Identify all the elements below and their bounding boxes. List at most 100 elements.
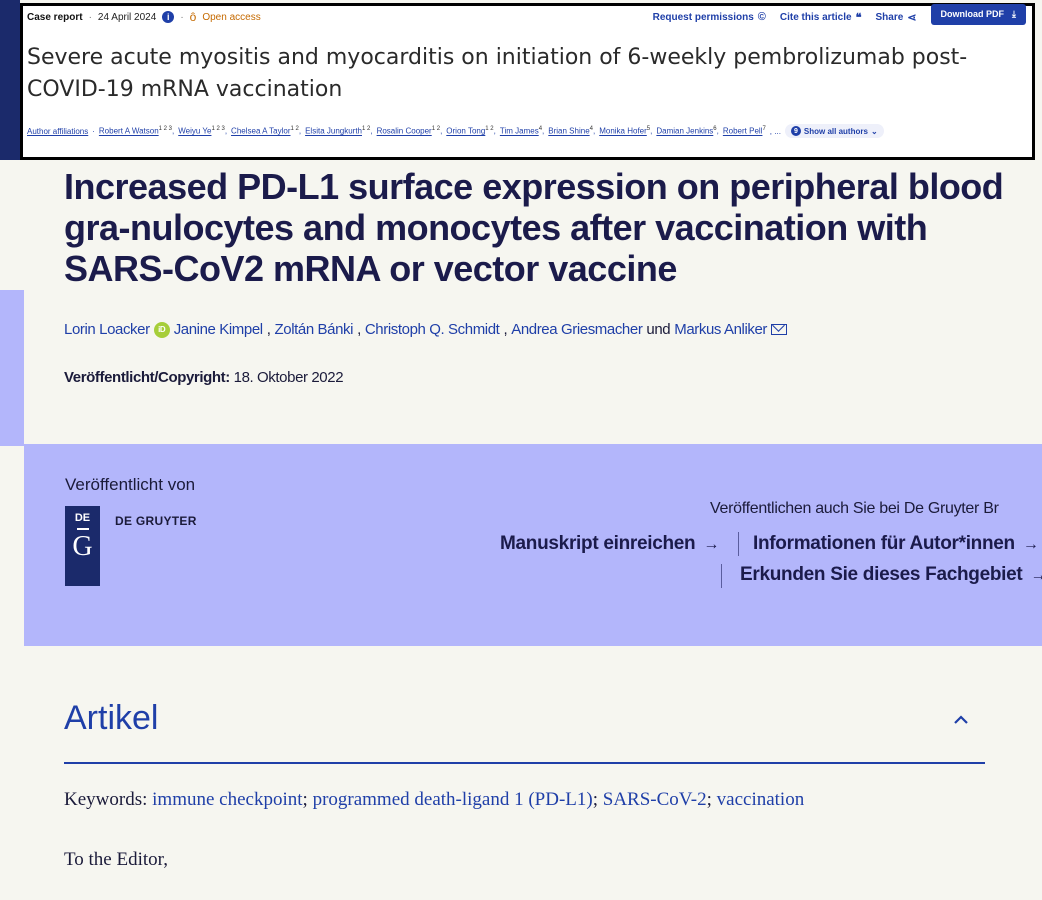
arrow-right-icon: →: [1030, 567, 1042, 584]
comma: ,: [493, 126, 496, 136]
overlay-authors: Robert A Watson1 2 3, Weiyu Ye1 2 3, Chels…: [99, 126, 766, 136]
overlay-author-link[interactable]: Elsita Jungkurth: [305, 127, 362, 136]
left-edge-bar: [0, 0, 20, 160]
overlay-author-link[interactable]: Robert A Watson: [99, 127, 159, 136]
affiliation-superscript: 1 2 3: [158, 126, 172, 133]
author-list: Lorin Loacker iD Janine Kimpel, Zoltán B…: [64, 321, 788, 338]
chevron-up-icon[interactable]: [953, 712, 969, 728]
share-icon: ⋖: [907, 11, 917, 24]
left-edge-accent: [0, 290, 24, 446]
overlay-author-link[interactable]: Rosalin Cooper: [377, 127, 432, 136]
keyword-link[interactable]: immune checkpoint: [152, 789, 302, 810]
overlay-author-link[interactable]: Brian Shine: [548, 127, 589, 136]
comma: ,: [370, 126, 373, 136]
keywords-line: Keywords: immune checkpoint; programmed …: [64, 789, 805, 810]
overlay-author-item: Tim James4,: [500, 126, 544, 136]
publisher-name[interactable]: DE GRUYTER: [115, 514, 197, 528]
request-permissions-label: Request permissions: [652, 11, 754, 23]
request-permissions-link[interactable]: Request permissions ©: [653, 11, 766, 23]
page-title: Increased PD-L1 surface expression on pe…: [64, 166, 1004, 289]
overlay-author-item: Robert A Watson1 2 3,: [99, 126, 174, 136]
overlay-author-item: Damian Jenkins6,: [656, 126, 719, 136]
publish-with-us-text: Veröffentlichen auch Sie bei De Gruyter …: [710, 500, 999, 517]
author-link[interactable]: Christoph Q. Schmidt: [365, 321, 500, 338]
comma: ,: [650, 126, 653, 136]
overlay-article-title: Severe acute myositis and myocarditis on…: [27, 45, 968, 102]
overlay-author-item: Chelsea A Taylor1 2,: [231, 126, 301, 136]
keyword-link[interactable]: SARS-CoV-2: [603, 789, 707, 810]
separator-dot: ·: [180, 11, 184, 23]
overlay-author-item: Weiyu Ye1 2 3,: [178, 126, 227, 136]
and-word: und: [646, 321, 671, 338]
de-gruyter-logo[interactable]: DE G: [65, 506, 100, 586]
download-pdf-button[interactable]: Download PDF ⤓: [930, 3, 1026, 25]
affiliation-superscript: 1 2 3: [211, 126, 225, 133]
overlay-author-link[interactable]: Monika Hofer: [599, 127, 647, 136]
author-link[interactable]: Janine Kimpel: [174, 321, 263, 338]
published-label: Veröffentlicht/Copyright:: [64, 369, 230, 386]
keywords-label: Keywords:: [64, 789, 148, 810]
info-icon[interactable]: i: [162, 11, 175, 23]
logo-g-text: G: [72, 531, 93, 562]
chevron-down-icon: ⌄: [870, 126, 878, 136]
quote-icon: ❝: [855, 11, 862, 24]
article-type: Case report: [27, 11, 83, 23]
overlay-author-item: Orion Tong1 2,: [446, 126, 496, 136]
published-date: 18. Oktober 2022: [233, 369, 344, 386]
separator-dot: ·: [88, 11, 92, 23]
author-link[interactable]: Markus Anliker: [674, 321, 767, 338]
article-date: 24 April 2024: [97, 11, 157, 23]
affiliation-superscript: 1 2: [290, 126, 299, 133]
copyright-icon: ©: [757, 11, 766, 23]
published-by-label: Veröffentlicht von: [65, 475, 196, 494]
divider: [721, 564, 722, 588]
section-divider: [64, 762, 985, 764]
overlay-author-link[interactable]: Damian Jenkins: [656, 127, 713, 136]
overlay-article-banner: Case report · 24 April 2024 i · ô Open a…: [20, 3, 1035, 160]
share-link[interactable]: Share ⋖: [876, 11, 917, 24]
show-all-authors-button[interactable]: 9 Show all authors ⌄: [784, 124, 884, 138]
affiliation-superscript: 1 2: [431, 126, 441, 133]
orcid-icon[interactable]: iD: [153, 321, 170, 338]
open-access-label: Open access: [202, 11, 261, 23]
author-info-link[interactable]: Informationen für Autor*innen →: [753, 533, 1039, 555]
overlay-author-link[interactable]: Weiyu Ye: [178, 127, 211, 136]
arrow-right-icon: →: [1022, 536, 1039, 553]
overlay-author-item: Rosalin Cooper1 2,: [377, 126, 443, 136]
overlay-author-link[interactable]: Tim James: [500, 127, 539, 136]
affiliation-superscript: 7: [762, 126, 766, 133]
divider: [738, 532, 739, 556]
download-pdf-label: Download PDF: [940, 9, 1005, 19]
cite-label: Cite this article: [779, 11, 852, 23]
download-icon: ⤓: [1012, 8, 1016, 19]
logo-de-text: DE: [74, 512, 91, 524]
keyword-link[interactable]: vaccination: [717, 789, 805, 810]
comma: ,: [224, 126, 228, 136]
published-line: Veröffentlicht/Copyright: 18. Oktober 20…: [64, 369, 344, 386]
comma: ,: [440, 126, 443, 136]
author-link[interactable]: Andrea Griesmacher: [511, 321, 643, 338]
banner-toolbar: Case report · 24 April 2024 i · ô Open a…: [27, 3, 1026, 28]
overlay-author-item: Monika Hofer5,: [599, 126, 652, 136]
overlay-author-item: Robert Pell7: [723, 126, 766, 136]
comma: ,: [592, 126, 596, 136]
overlay-author-item: Elsita Jungkurth1 2,: [305, 126, 373, 136]
overlay-author-link[interactable]: Robert Pell: [723, 127, 763, 136]
explore-subject-link[interactable]: Erkunden Sie dieses Fachgebiet →: [740, 564, 1042, 586]
author-affiliations-link[interactable]: Author affiliations: [27, 127, 88, 136]
author-count-badge: 9: [790, 126, 801, 136]
author-link[interactable]: Lorin Loacker: [64, 321, 150, 338]
comma: ,: [298, 126, 302, 136]
keyword-link[interactable]: programmed death-ligand 1 (PD-L1): [313, 789, 593, 810]
section-heading: Artikel: [64, 699, 159, 737]
overlay-author-link[interactable]: Orion Tong: [446, 127, 485, 136]
article-salutation: To the Editor,: [64, 849, 168, 870]
submit-manuscript-link[interactable]: Manuskript einreichen →: [500, 533, 719, 555]
mail-icon[interactable]: [771, 324, 788, 335]
comma: ,: [716, 126, 719, 136]
overlay-author-list: Author affiliations · Robert A Watson1 2…: [27, 124, 884, 138]
authors-ellipsis: , ...: [769, 126, 781, 136]
overlay-author-link[interactable]: Chelsea A Taylor: [231, 127, 290, 136]
author-link[interactable]: Zoltán Bánki: [275, 321, 354, 338]
cite-article-link[interactable]: Cite this article ❝: [780, 11, 862, 24]
